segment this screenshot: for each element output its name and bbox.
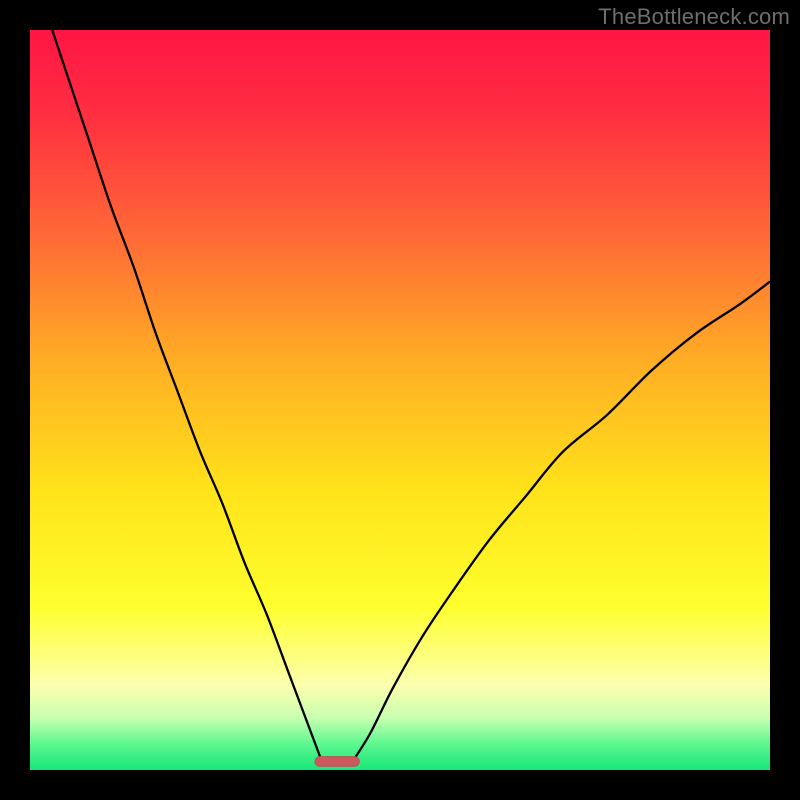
chart-frame: TheBottleneck.com bbox=[0, 0, 800, 800]
minimum-marker bbox=[315, 757, 359, 767]
plot-area bbox=[30, 30, 770, 770]
chart-svg bbox=[30, 30, 770, 770]
gradient-background bbox=[30, 30, 770, 770]
watermark-text: TheBottleneck.com bbox=[598, 4, 790, 30]
